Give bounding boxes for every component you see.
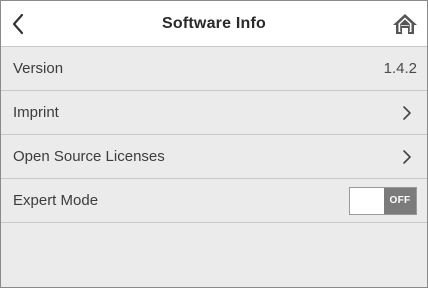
home-icon (393, 13, 417, 34)
list-item-expert-mode: Expert Mode OFF (1, 179, 427, 223)
version-label: Version (13, 60, 64, 77)
page-title: Software Info (162, 14, 266, 32)
chevron-left-icon (12, 13, 24, 34)
header-bar: Software Info (1, 1, 427, 47)
settings-list: Version 1.4.2 Imprint Open Source Licens… (1, 47, 427, 223)
list-item-version: Version 1.4.2 (1, 47, 427, 91)
expert-mode-label: Expert Mode (13, 192, 99, 209)
imprint-label: Imprint (13, 104, 59, 121)
list-item-imprint[interactable]: Imprint (1, 91, 427, 135)
open-source-licenses-label: Open Source Licenses (13, 148, 165, 165)
back-button[interactable] (3, 1, 33, 46)
expert-mode-toggle[interactable]: OFF (349, 186, 417, 215)
version-value: 1.4.2 (383, 60, 417, 77)
toggle-state-text: OFF (384, 187, 416, 214)
software-info-screen: Software Info Version 1.4.2 Imprint Open… (0, 0, 428, 288)
list-item-open-source-licenses[interactable]: Open Source Licenses (1, 135, 427, 179)
home-button[interactable] (387, 1, 423, 46)
toggle-knob (350, 187, 384, 214)
chevron-right-icon (397, 147, 417, 167)
chevron-right-icon (397, 103, 417, 123)
